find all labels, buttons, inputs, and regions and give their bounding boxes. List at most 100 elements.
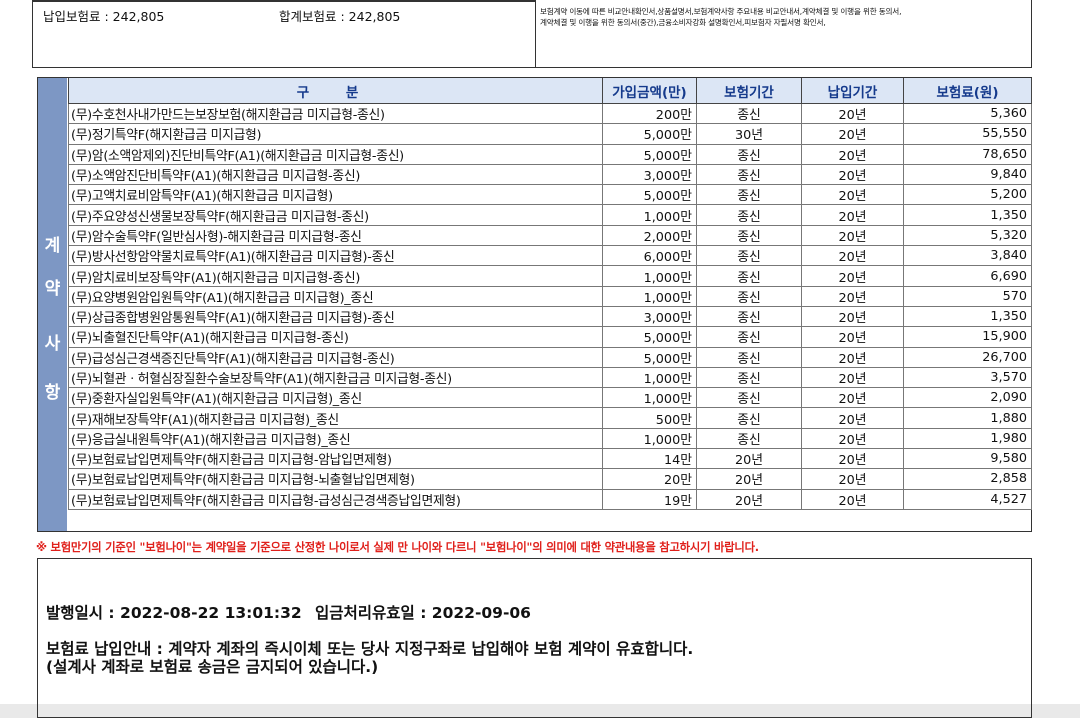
side-label-char: 약 — [44, 279, 61, 299]
payment-warning: (설계사 계좌로 보험료 송금은 금지되어 있습니다.) — [46, 658, 379, 676]
row-coverage-period: 종신 — [696, 366, 802, 389]
row-name: (무)재해보장특약F(A1)(해지환급금 미지급형)_종신 — [68, 407, 603, 429]
row-amount: 3,000만 — [602, 163, 697, 186]
row-payment-period: 20년 — [801, 305, 904, 328]
row-payment-period: 20년 — [801, 265, 904, 287]
row-payment-period: 20년 — [801, 184, 904, 206]
header-payment-period: 납입기간 — [801, 78, 904, 104]
row-name: (무)응급실내원특약F(A1)(해지환급금 미지급형)_종신 — [68, 427, 603, 450]
row-name: (무)암(소액암제외)진단비특약F(A1)(해지환급금 미지급형-종신) — [68, 143, 603, 165]
row-name: (무)방사선항암약물치료특약F(A1)(해지환급금 미지급형)-종신 — [68, 245, 603, 267]
row-name: (무)급성심근경색증진단특약F(A1)(해지환급금 미지급형-종신) — [68, 346, 603, 368]
side-label-char: 사 — [44, 334, 61, 354]
document-page: 납입보험료 : 242,805 합계보험료 : 242,805 보험계약 이동에… — [0, 0, 1080, 718]
row-payment-period: 20년 — [801, 102, 904, 125]
row-amount: 14만 — [602, 448, 697, 470]
side-label-char: 항 — [44, 383, 61, 403]
row-amount: 19만 — [602, 488, 697, 510]
row-name: (무)요양병원암입원특약F(A1)(해지환급금 미지급형)_종신 — [68, 285, 603, 307]
row-amount: 1,000만 — [602, 204, 697, 226]
table-row: (무)중환자실입원특약F(A1)(해지환급금 미지급형)_종신 1,000만 종신 2… — [68, 387, 1032, 409]
row-amount: 5,000만 — [602, 326, 697, 348]
row-payment-period: 20년 — [801, 285, 904, 307]
row-coverage-period: 종신 — [696, 184, 802, 206]
row-payment-period: 20년 — [801, 346, 904, 368]
row-amount: 5,000만 — [602, 143, 697, 165]
paid-premium: 납입보험료 : 242,805 — [43, 9, 165, 24]
row-premium: 1,980 — [903, 427, 1032, 450]
premium-summary: 납입보험료 : 242,805 합계보험료 : 242,805 — [33, 0, 536, 67]
row-payment-period: 20년 — [801, 468, 904, 490]
issue-datetime: 발행일시 : 2022-08-22 13:01:32 — [46, 604, 302, 622]
row-premium: 4,527 — [903, 488, 1032, 510]
row-premium: 15,900 — [903, 326, 1032, 348]
total-premium: 합계보험료 : 242,805 — [279, 9, 401, 24]
row-amount: 1,000만 — [602, 427, 697, 450]
row-coverage-period: 종신 — [696, 163, 802, 186]
row-name: (무)중환자실입원특약F(A1)(해지환급금 미지급형)_종신 — [68, 387, 603, 409]
row-amount: 2,000만 — [602, 224, 697, 247]
row-payment-period: 20년 — [801, 448, 904, 470]
table-row: (무)소액암진단비특약F(A1)(해지환급금 미지급형-종신) 3,000만 종신 2… — [68, 163, 1032, 186]
row-premium: 2,090 — [903, 387, 1032, 409]
row-amount: 1,000만 — [602, 285, 697, 307]
row-premium: 78,650 — [903, 143, 1032, 165]
row-payment-period: 20년 — [801, 204, 904, 226]
row-premium: 1,350 — [903, 204, 1032, 226]
side-label-char: 계 — [44, 236, 61, 256]
row-premium: 570 — [903, 285, 1032, 307]
row-premium: 3,570 — [903, 366, 1032, 389]
row-premium: 9,580 — [903, 448, 1032, 470]
row-premium: 9,840 — [903, 163, 1032, 186]
row-premium: 5,360 — [903, 102, 1032, 125]
row-name: (무)암수술특약F(일반심사형)-해지환급금 미지급형-종신 — [68, 224, 603, 247]
table-row: (무)암(소액암제외)진단비특약F(A1)(해지환급금 미지급형-종신) 5,00… — [68, 143, 1032, 165]
payment-valid-date: 입금처리유효일 : 2022-09-06 — [315, 604, 531, 622]
row-amount: 1,000만 — [602, 265, 697, 287]
header-coverage-period: 보험기간 — [696, 78, 802, 104]
row-coverage-period: 종신 — [696, 102, 802, 125]
row-coverage-period: 20년 — [696, 448, 802, 470]
row-amount: 3,000만 — [602, 305, 697, 328]
row-name: (무)보험료납입면제특약F(해지환급금 미지급형-뇌출혈납입면제형) — [68, 468, 603, 490]
row-payment-period: 20년 — [801, 407, 904, 429]
document-list-line: 계약체결 및 이행을 위한 동의서(중간),금융소비자강화 설명확인서,피보험자… — [540, 18, 826, 27]
row-name: (무)보험료납입면제특약F(해지환급금 미지급형-급성심근경색증납입면제형) — [68, 488, 603, 510]
table-row: (무)암치료비보장특약F(A1)(해지환급금 미지급형-종신) 1,000만 종신 2… — [68, 265, 1032, 287]
table-row: (무)뇌혈관ㆍ허혈심장질환수술보장특약F(A1)(해지환급금 미지급형-종신) 1… — [68, 366, 1032, 389]
row-name: (무)소액암진단비특약F(A1)(해지환급금 미지급형-종신) — [68, 163, 603, 186]
header-row: 구 분 가입금액(만) 보험기간 납입기간 보험료(원) — [68, 78, 1032, 104]
table-row: (무)주요양성신생물보장특약F(해지환급금 미지급형-종신) 1,000만 종신 20… — [68, 204, 1032, 226]
header-amount: 가입금액(만) — [602, 78, 697, 104]
top-rule — [33, 0, 536, 2]
row-amount: 200만 — [602, 102, 697, 125]
issue-info-box: 발행일시 : 2022-08-22 13:01:32 입금처리유효일 : 202… — [37, 558, 1032, 718]
row-coverage-period: 종신 — [696, 407, 802, 429]
row-payment-period: 20년 — [801, 224, 904, 247]
row-coverage-period: 종신 — [696, 305, 802, 328]
row-coverage-period: 20년 — [696, 488, 802, 510]
row-coverage-period: 30년 — [696, 123, 802, 145]
table-row: (무)뇌출혈진단특약F(A1)(해지환급금 미지급형-종신) 5,000만 종신 20… — [68, 326, 1032, 348]
row-coverage-period: 종신 — [696, 326, 802, 348]
table-row: (무)보험료납입면제특약F(해지환급금 미지급형-급성심근경색증납입면제형) 19… — [68, 488, 1032, 510]
row-name: (무)정기특약F(해지환급금 미지급형) — [68, 123, 603, 145]
row-premium: 6,690 — [903, 265, 1032, 287]
table-row: (무)수호천사내가만드는보장보험(해지환급금 미지급형-종신) 200만 종신 20년… — [68, 102, 1032, 125]
table-row: (무)고액치료비암특약F(A1)(해지환급금 미지급형) 5,000만 종신 20년 5… — [68, 184, 1032, 206]
row-name: (무)주요양성신생물보장특약F(해지환급금 미지급형-종신) — [68, 204, 603, 226]
row-premium: 3,840 — [903, 245, 1032, 267]
row-premium: 1,880 — [903, 407, 1032, 429]
document-list: 보험계약 이동에 따른 비교안내확인서,상품설명서,보험계약사항 주요내용 비교… — [536, 0, 1032, 67]
row-coverage-period: 종신 — [696, 285, 802, 307]
insurance-age-notice: ※ 보험만기의 기준인 "보험나이"는 계약일을 기준으로 산정한 나이로서 실… — [36, 541, 759, 554]
row-amount: 1,000만 — [602, 366, 697, 389]
row-amount: 5,000만 — [602, 346, 697, 368]
row-amount: 500만 — [602, 407, 697, 429]
row-coverage-period: 20년 — [696, 468, 802, 490]
table-row: (무)보험료납입면제특약F(해지환급금 미지급형-암납입면제형) 14만 20년 20… — [68, 448, 1032, 470]
row-coverage-period: 종신 — [696, 204, 802, 226]
table-row: (무)요양병원암입원특약F(A1)(해지환급금 미지급형)_종신 1,000만 종신… — [68, 285, 1032, 307]
row-amount: 20만 — [602, 468, 697, 490]
row-name: (무)암치료비보장특약F(A1)(해지환급금 미지급형-종신) — [68, 265, 603, 287]
